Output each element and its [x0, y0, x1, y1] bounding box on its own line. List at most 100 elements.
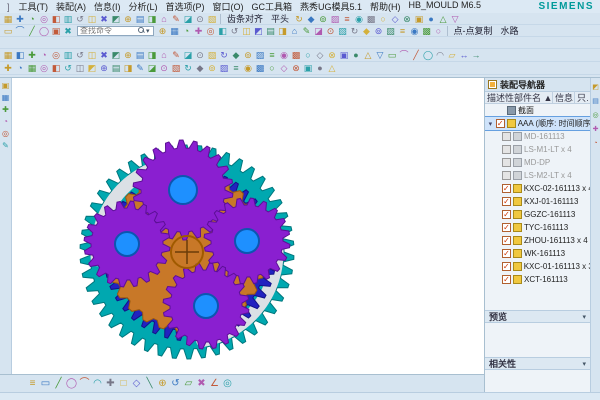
toolbar-icon[interactable]: ✎ — [170, 13, 182, 25]
toolbar-icon[interactable]: ◫ — [86, 13, 98, 25]
component-checkbox[interactable] — [502, 132, 511, 141]
toolbar-icon[interactable]: ▭ — [39, 377, 52, 390]
component-checkbox[interactable] — [502, 158, 511, 167]
component-checkbox[interactable]: ✓ — [502, 262, 511, 271]
toolbar-icon[interactable]: ◪ — [182, 13, 194, 25]
toolbar-icon[interactable]: ⊗ — [290, 62, 302, 74]
component-checkbox[interactable]: ✓ — [502, 197, 511, 206]
toolbar-icon[interactable]: ◨ — [146, 13, 158, 25]
component-checkbox[interactable] — [502, 171, 511, 180]
toolbar-icon[interactable]: ⊙ — [158, 62, 170, 74]
toolbar-icon[interactable]: ≡ — [397, 25, 409, 37]
toolbar-icon[interactable]: ⊗ — [326, 49, 338, 61]
toolbar-icon[interactable]: ● — [350, 49, 362, 61]
toolbar-icon[interactable]: ⊙ — [194, 13, 206, 25]
toolbar-icon[interactable]: ▱ — [182, 377, 195, 390]
toolbar-icon[interactable]: ◠ — [91, 377, 104, 390]
toolbar-icon[interactable]: ◔ — [0, 116, 11, 128]
navigator-row[interactable]: LS-M1-LT x 4 — [485, 143, 590, 156]
toolbar-icon[interactable]: ⌂ — [289, 25, 301, 37]
toolbar-icon[interactable]: ◩ — [253, 25, 265, 37]
toolbar-icon[interactable]: ◨ — [277, 25, 289, 37]
toolbar-icon[interactable]: ◎ — [0, 128, 11, 140]
toolbar-icon[interactable]: ⌂ — [158, 13, 170, 25]
toolbar-icon[interactable]: ◔ — [26, 13, 38, 25]
toolbar-icon[interactable]: ⊙ — [325, 25, 337, 37]
chevron-down-icon[interactable]: ▾ — [145, 27, 151, 35]
toolbar-icon[interactable]: ⊕ — [156, 377, 169, 390]
toolbar-icon[interactable]: ○ — [377, 13, 389, 25]
toolbar-icon[interactable]: ▧ — [337, 25, 349, 37]
toolbar-icon[interactable]: ✚ — [0, 104, 11, 116]
toolbar-icon[interactable]: ≡ — [230, 62, 242, 74]
search-input[interactable] — [80, 27, 138, 35]
toolbar-icon[interactable]: ≡ — [341, 13, 353, 25]
toolbar-icon[interactable]: ○ — [433, 25, 445, 37]
toolbar-icon[interactable]: ◔ — [14, 62, 26, 74]
menu-item[interactable]: 分析(L) — [125, 0, 162, 13]
toolbar-icon[interactable]: ▧ — [206, 49, 218, 61]
toolbar-icon[interactable]: ⊚ — [317, 13, 329, 25]
hub-top[interactable] — [169, 176, 197, 204]
toolbar-text-button[interactable]: 点-点复制 — [450, 24, 497, 37]
navigator-row[interactable]: 截面 — [485, 104, 590, 117]
toolbar-icon[interactable]: ◧ — [50, 13, 62, 25]
toolbar-icon[interactable]: ▦ — [169, 25, 181, 37]
component-checkbox[interactable]: ✓ — [502, 223, 511, 232]
toolbar-icon[interactable]: ▩ — [254, 62, 266, 74]
toolbar-icon[interactable]: ≡ — [26, 377, 39, 390]
component-checkbox[interactable] — [502, 145, 511, 154]
navigator-row[interactable]: ✓GGZC-161113 — [485, 208, 590, 221]
toolbar-icon[interactable]: ◉ — [242, 62, 254, 74]
toolbar-icon[interactable]: ◇ — [314, 49, 326, 61]
toolbar-icon[interactable]: ▭ — [2, 25, 14, 37]
toolbar-text-button[interactable]: 平头 — [267, 12, 293, 25]
toolbar-icon[interactable]: ▨ — [254, 49, 266, 61]
toolbar-icon[interactable]: ◯ — [422, 49, 434, 61]
toolbar-icon[interactable]: ↻ — [293, 13, 305, 25]
toolbar-icon[interactable]: ⊕ — [157, 25, 169, 37]
toolbar-icon[interactable]: ◫ — [86, 49, 98, 61]
toolbar-icon[interactable]: ▤ — [134, 13, 146, 25]
toolbar-icon[interactable]: △ — [362, 49, 374, 61]
toolbar-icon[interactable]: ↻ — [349, 25, 361, 37]
toolbar-icon[interactable]: ✎ — [0, 140, 11, 152]
navigator-row[interactable]: ▾✓AAA (顺序: 时间顺序) — [485, 117, 590, 130]
toolbar-icon[interactable]: ✚ — [26, 49, 38, 61]
hub-right[interactable] — [235, 229, 259, 253]
menu-item[interactable]: 信息(I) — [90, 0, 125, 13]
navigator-row[interactable]: ✓ZHOU-161113 x 4 — [485, 234, 590, 247]
navigator-row[interactable]: ✓TYC-161113 — [485, 221, 590, 234]
column-info[interactable]: 信息 — [552, 91, 574, 104]
toolbar-icon[interactable]: ◧ — [50, 62, 62, 74]
toolbar-icon[interactable]: ▣ — [0, 80, 11, 92]
toolbar-icon[interactable]: ◎ — [591, 109, 600, 123]
toolbar-icon[interactable]: ◇ — [130, 377, 143, 390]
toolbar-icon[interactable]: ✖ — [98, 13, 110, 25]
toolbar-icon[interactable]: □ — [117, 377, 130, 390]
toolbar-icon[interactable]: ✚ — [193, 25, 205, 37]
component-checkbox[interactable]: ✓ — [502, 249, 511, 258]
toolbar-icon[interactable]: ▱ — [446, 49, 458, 61]
toolbar-icon[interactable]: ◆ — [305, 13, 317, 25]
component-checkbox[interactable]: ✓ — [496, 119, 505, 128]
toolbar-icon[interactable]: ⊙ — [194, 49, 206, 61]
toolbar-icon[interactable]: ● — [425, 13, 437, 25]
toolbar-icon[interactable]: ⌂ — [158, 49, 170, 61]
toolbar-icon[interactable]: ✚ — [14, 13, 26, 25]
hub-left[interactable] — [115, 232, 139, 256]
toolbar-icon[interactable]: ◫ — [74, 62, 86, 74]
toolbar-icon[interactable]: ╱ — [26, 25, 38, 37]
toolbar-icon[interactable]: ✚ — [591, 123, 600, 137]
navigator-row[interactable]: MD-161113 — [485, 130, 590, 143]
menu-item[interactable]: 帮助(H) — [366, 0, 405, 13]
component-checkbox[interactable]: ✓ — [502, 275, 511, 284]
navigator-row[interactable]: ✓KXJ-01-161113 — [485, 195, 590, 208]
toolbar-icon[interactable]: ◪ — [313, 25, 325, 37]
toolbar-icon[interactable]: ▨ — [218, 62, 230, 74]
toolbar-icon[interactable]: ◯ — [38, 25, 50, 37]
toolbar-icon[interactable]: ● — [314, 62, 326, 74]
toolbar-icon[interactable]: △ — [326, 62, 338, 74]
navigator-row[interactable]: ✓WK-161113 — [485, 247, 590, 260]
toolbar-icon[interactable]: ◇ — [389, 13, 401, 25]
